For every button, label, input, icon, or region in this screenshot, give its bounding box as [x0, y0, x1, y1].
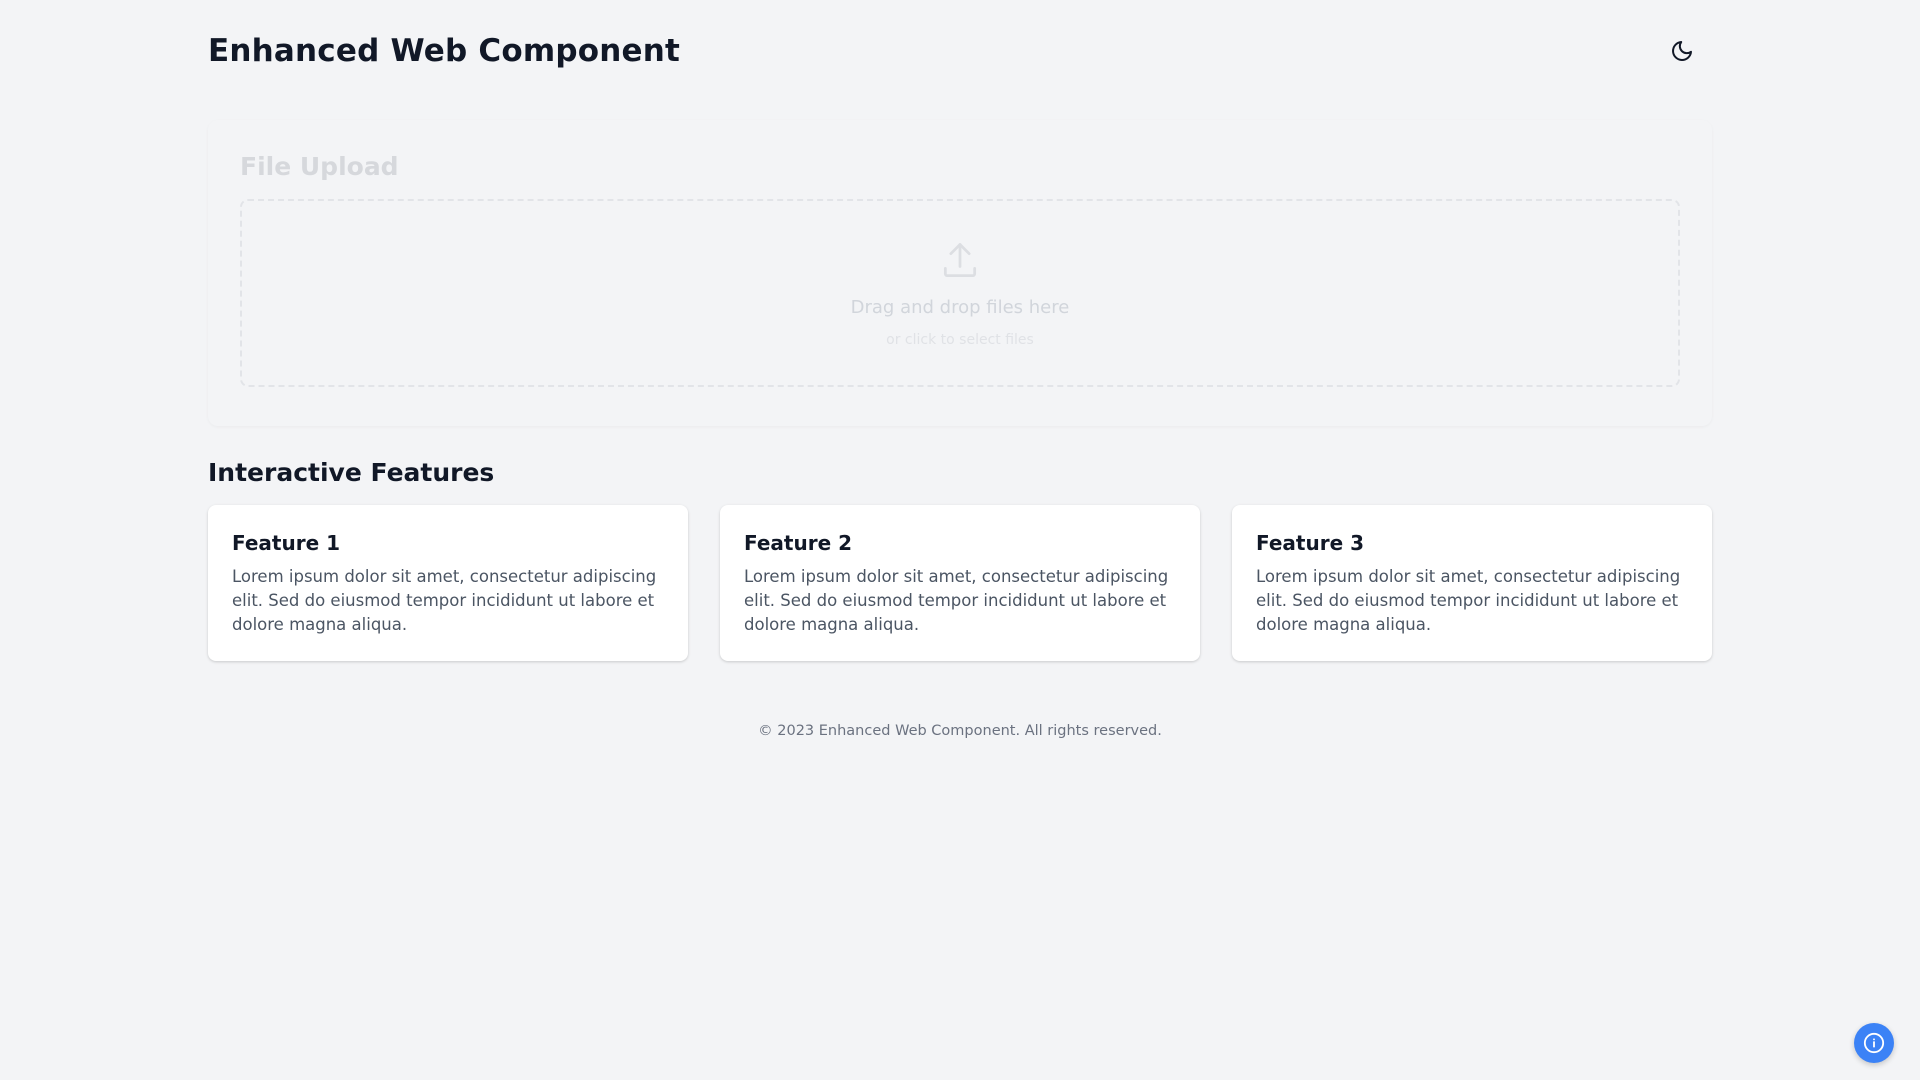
feature-card-2[interactable]: Feature 2 Lorem ipsum dolor sit amet, co…: [720, 505, 1200, 661]
features-heading: Interactive Features: [208, 458, 495, 487]
feature-description: Lorem ipsum dolor sit amet, consectetur …: [744, 567, 1169, 634]
site-title: Enhanced Web Component: [208, 33, 681, 69]
info-button[interactable]: [1854, 1023, 1894, 1063]
features-grid: Feature 1 Lorem ipsum dolor sit amet, co…: [208, 505, 1712, 661]
drop-instruction: Drag and drop files here: [850, 296, 1070, 318]
feature-title: Feature 1: [232, 531, 341, 555]
moon-icon: [1672, 41, 1692, 61]
feature-title: Feature 2: [744, 531, 853, 555]
feature-card-3[interactable]: Feature 3 Lorem ipsum dolor sit amet, co…: [1232, 505, 1712, 661]
theme-toggle-button[interactable]: [1660, 29, 1704, 73]
feature-card-1[interactable]: Feature 1 Lorem ipsum dolor sit amet, co…: [208, 505, 688, 661]
feature-description: Lorem ipsum dolor sit amet, consectetur …: [1256, 567, 1681, 634]
feature-title: Feature 3: [1256, 531, 1365, 555]
feature-description: Lorem ipsum dolor sit amet, consectetur …: [232, 567, 657, 634]
info-icon: [1863, 1032, 1885, 1054]
upload-title: File Upload: [240, 152, 399, 181]
page-container: Enhanced Web Component File Upload Drag …: [208, 0, 1712, 739]
file-dropzone[interactable]: Drag and drop files here or click to sel…: [240, 199, 1680, 387]
file-upload-section: File Upload Drag and drop files here or …: [208, 120, 1712, 426]
page-header: Enhanced Web Component: [208, 0, 1712, 102]
upload-icon: [943, 242, 977, 277]
page-footer: © 2023 Enhanced Web Component. All right…: [758, 723, 1162, 739]
drop-sub-instruction: or click to select files: [886, 331, 1034, 348]
